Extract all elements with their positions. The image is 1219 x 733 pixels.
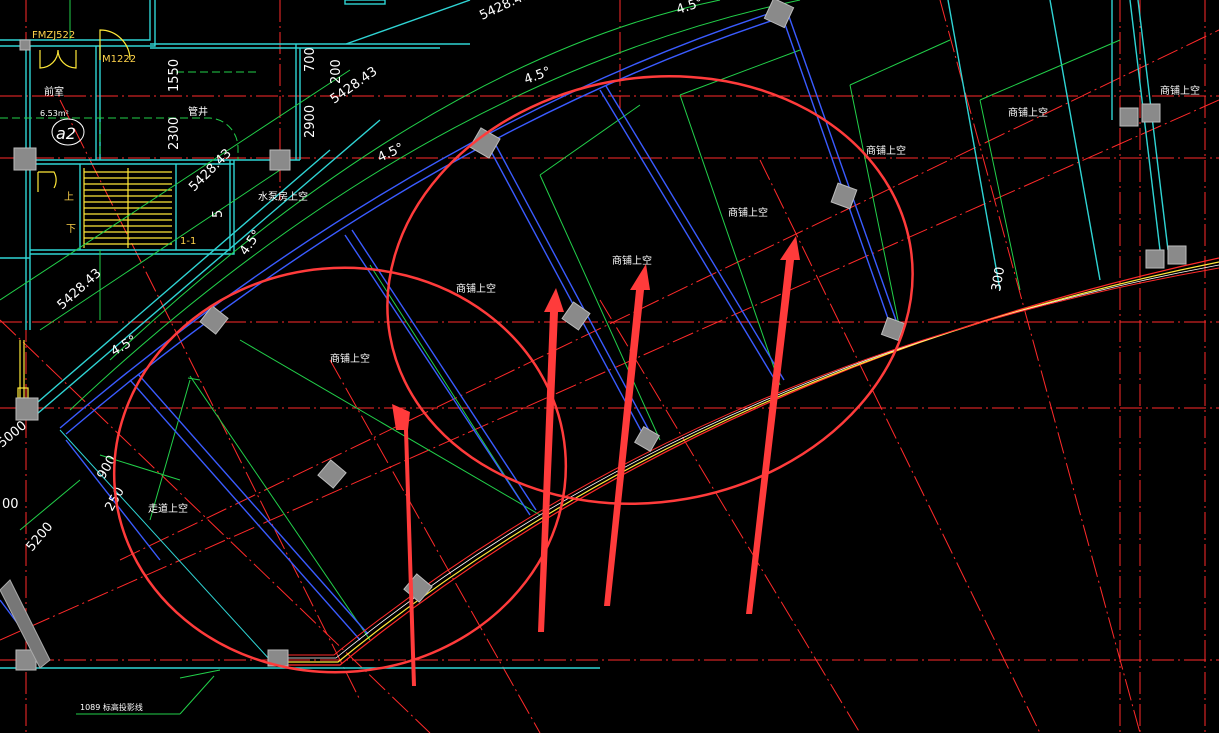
column bbox=[763, 0, 795, 29]
cad-drawing: FMZJ522 M1222 前室 6.53m² a2 管井 上 下 1-1 水泵… bbox=[0, 0, 1219, 733]
column bbox=[561, 301, 591, 331]
door-fm-label: FMZJ522 bbox=[32, 30, 75, 41]
stair-down-label: 下 bbox=[66, 224, 76, 235]
dim-200: 200 bbox=[329, 59, 344, 84]
markup-arrow bbox=[538, 288, 564, 632]
shop-void-label: 商铺上空 bbox=[728, 206, 768, 219]
green-lines bbox=[0, 0, 1121, 679]
stair-treads bbox=[17, 29, 172, 400]
area-value-label: 6.53m² bbox=[40, 109, 69, 118]
shop-void-label: 商铺上空 bbox=[1160, 84, 1200, 97]
dim-radius: 5428.43 bbox=[55, 266, 105, 313]
shop-void-label: 商铺上空 bbox=[330, 352, 370, 365]
column bbox=[269, 149, 291, 171]
column bbox=[15, 397, 39, 421]
shop-void-label: 商铺上空 bbox=[456, 282, 496, 295]
pipe-shaft-label: 管井 bbox=[188, 105, 208, 118]
dim-radius: 5428.43 bbox=[477, 0, 532, 24]
area-outline bbox=[0, 71, 260, 160]
dim-radius: 5428.43 bbox=[186, 146, 235, 195]
dim-2300: 2300 bbox=[167, 117, 182, 150]
door-m-label: M1222 bbox=[102, 54, 136, 65]
area-tag-label: a2 bbox=[56, 124, 76, 143]
column bbox=[1141, 103, 1161, 123]
markup-arrow bbox=[392, 404, 416, 686]
dim-2900: 2900 bbox=[303, 105, 318, 138]
markup-arrows bbox=[392, 236, 800, 686]
dim-angle: 4.5° bbox=[375, 141, 406, 166]
section-tag-label: 1-1 bbox=[180, 236, 196, 247]
labels: FMZJ522 M1222 前室 6.53m² a2 管井 上 下 1-1 水泵… bbox=[32, 30, 1200, 715]
corridor-void-label: 走道上空 bbox=[148, 502, 188, 515]
dim-5200: 5200 bbox=[24, 520, 57, 555]
front-room-label: 前室 bbox=[44, 85, 64, 98]
dim-00: 00 bbox=[2, 497, 19, 512]
dim-300: 300 bbox=[989, 266, 1008, 293]
beams bbox=[0, 7, 899, 641]
pump-room-void-label: 水泵房上空 bbox=[258, 190, 308, 203]
stair-up-label: 上 bbox=[64, 191, 74, 203]
column bbox=[1119, 107, 1139, 127]
column bbox=[317, 459, 347, 489]
column bbox=[830, 182, 858, 210]
column bbox=[1145, 249, 1165, 269]
markup-circles bbox=[112, 74, 914, 674]
dim-5: 5 bbox=[211, 210, 226, 218]
dim-1550: 1550 bbox=[167, 59, 182, 92]
column bbox=[13, 147, 37, 171]
dim-5000: 5000 bbox=[0, 418, 30, 451]
shop-void-label: 商铺上空 bbox=[866, 144, 906, 157]
markup-arrow bbox=[746, 236, 800, 614]
dim-700: 700 bbox=[303, 47, 318, 72]
column bbox=[1167, 245, 1187, 265]
elevation-note-label: 1089 标高投影线 bbox=[80, 702, 143, 712]
dim-angle: 4.5° bbox=[237, 227, 265, 258]
column bbox=[19, 39, 31, 51]
dim-angle: 4.5° bbox=[675, 0, 705, 18]
shop-void-label: 商铺上空 bbox=[1008, 106, 1048, 119]
dim-angle: 4.5° bbox=[522, 64, 553, 87]
